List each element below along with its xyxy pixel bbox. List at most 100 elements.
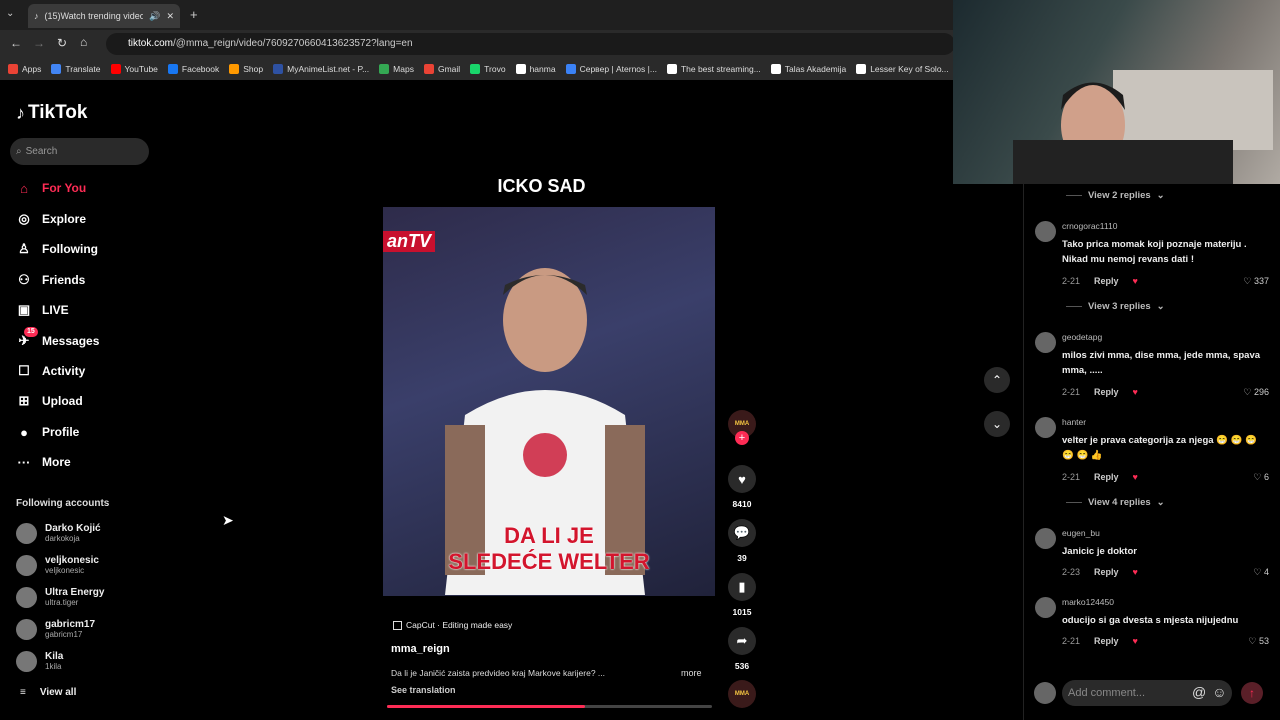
comment-like-button[interactable]: ♡ 53 bbox=[1248, 636, 1269, 647]
nav-label: LIVE bbox=[42, 303, 69, 317]
share-button[interactable]: ➦ 536 bbox=[727, 627, 757, 671]
nav-item-friends[interactable]: ⚇ Friends bbox=[16, 272, 85, 288]
author-avatar-button[interactable]: MMA + bbox=[727, 410, 757, 445]
comment-button[interactable]: 💬 39 bbox=[727, 519, 757, 563]
avatar[interactable] bbox=[1035, 417, 1056, 438]
bookmark-item[interactable]: Shop bbox=[229, 64, 263, 74]
speaker-icon[interactable]: 🔊 bbox=[149, 11, 160, 22]
view-replies-button[interactable]: View 3 replies ⌄ bbox=[1066, 301, 1165, 312]
follow-plus-icon[interactable]: + bbox=[735, 431, 749, 445]
comment-like-button[interactable]: ♡ 6 bbox=[1253, 472, 1269, 483]
video-caption: DA LI JE SLEDEĆE WELTER bbox=[383, 523, 715, 575]
emoji-icon[interactable]: ☺ bbox=[1212, 684, 1226, 700]
nav-item-live[interactable]: ▣ LIVE bbox=[16, 302, 69, 318]
tab-list-chevron-icon[interactable]: ⌄ bbox=[6, 8, 14, 19]
reload-icon[interactable]: ↻ bbox=[57, 36, 67, 50]
bookmark-item[interactable]: Translate bbox=[51, 64, 101, 74]
bookmark-label: Trovo bbox=[484, 64, 506, 74]
sound-disc-button[interactable]: MMA bbox=[727, 680, 757, 708]
comment-like-count: 53 bbox=[1258, 636, 1269, 646]
view-replies-button[interactable]: View 4 replies ⌄ bbox=[1066, 497, 1165, 508]
nav-item-for-you[interactable]: ⌂ For You bbox=[16, 180, 86, 196]
upload-icon: ⊞ bbox=[18, 393, 30, 408]
bookmark-favicon-icon bbox=[379, 64, 390, 74]
caption-line-2: SLEDEĆE WELTER bbox=[448, 549, 650, 574]
reply-button[interactable]: Reply bbox=[1094, 636, 1119, 646]
search-input[interactable]: ⌕ Search bbox=[10, 138, 149, 165]
following-account[interactable]: veljkonesic veljkonesic bbox=[16, 555, 99, 576]
comment-username[interactable]: eugen_bu bbox=[1062, 528, 1100, 538]
new-tab-icon[interactable]: + bbox=[190, 7, 198, 22]
forward-icon[interactable]: → bbox=[33, 36, 45, 50]
reply-button[interactable]: Reply bbox=[1094, 387, 1119, 397]
bookmark-favicon-icon bbox=[8, 64, 18, 74]
comment-count: 39 bbox=[737, 553, 747, 563]
like-button[interactable]: ♥ 8410 bbox=[727, 465, 757, 509]
view-all-button[interactable]: ≡ View all bbox=[20, 687, 76, 698]
bookmark-item[interactable]: Maps bbox=[379, 64, 414, 74]
heart-outline-icon: ♡ bbox=[1243, 276, 1252, 286]
bookmark-icon: ▮ bbox=[728, 573, 756, 601]
avatar[interactable] bbox=[1035, 528, 1056, 549]
nav-item-upload[interactable]: ⊞ Upload bbox=[16, 393, 83, 409]
following-account[interactable]: gabricm17 gabricm17 bbox=[16, 619, 95, 640]
reply-button[interactable]: Reply bbox=[1094, 276, 1119, 286]
mention-icon[interactable]: @ bbox=[1192, 684, 1206, 700]
nav-item-profile[interactable]: ● Profile bbox=[16, 424, 79, 440]
following-account[interactable]: Darko Kojić darkokoja bbox=[16, 523, 101, 544]
reply-button[interactable]: Reply bbox=[1094, 567, 1119, 577]
nav-item-messages[interactable]: ✈ 15 Messages bbox=[16, 327, 99, 349]
browser-tab[interactable]: ♪ (15)Watch trending videos 🔊 ✕ bbox=[28, 4, 180, 28]
video-author[interactable]: mma_reign bbox=[391, 643, 450, 655]
video-progress-bar[interactable] bbox=[387, 705, 712, 708]
bookmark-item[interactable]: Apps bbox=[8, 64, 41, 74]
avatar[interactable] bbox=[1035, 332, 1056, 353]
comment-like-button[interactable]: ♡ 337 bbox=[1243, 276, 1269, 287]
previous-video-button[interactable]: ⌃ bbox=[984, 367, 1010, 393]
nav-item-activity[interactable]: ☐ Activity bbox=[16, 363, 85, 379]
avatar bbox=[16, 555, 37, 576]
comment-username[interactable]: geodetapg bbox=[1062, 332, 1102, 342]
avatar[interactable] bbox=[1035, 221, 1056, 242]
tiktok-logo[interactable]: ♪ TikTok bbox=[16, 102, 87, 124]
bookmark-item[interactable]: Talas Akademija bbox=[770, 64, 846, 74]
bookmark-item[interactable]: YouTube bbox=[110, 64, 158, 74]
url-field[interactable]: tiktok.com/@mma_reign/video/760927066041… bbox=[106, 33, 955, 55]
reply-button[interactable]: Reply bbox=[1094, 472, 1119, 482]
channel-brand: anTV bbox=[383, 231, 436, 252]
capcut-tag[interactable]: CapCut · Editing made easy bbox=[393, 618, 512, 632]
close-tab-icon[interactable]: ✕ bbox=[166, 11, 174, 22]
save-button[interactable]: ▮ 1015 bbox=[727, 573, 757, 617]
video-player[interactable]: anTV DA LI JE SLEDEĆE WELTER bbox=[383, 207, 715, 596]
bookmark-item[interactable]: Gmail bbox=[423, 64, 460, 74]
comment-username[interactable]: marko124450 bbox=[1062, 597, 1114, 607]
comment-like-button[interactable]: ♡ 296 bbox=[1243, 387, 1269, 398]
account-name: Ultra Energy bbox=[45, 587, 105, 598]
next-video-button[interactable]: ⌄ bbox=[984, 411, 1010, 437]
comment-username[interactable]: hanter bbox=[1062, 417, 1086, 427]
back-icon[interactable]: ← bbox=[10, 36, 22, 50]
bookmark-item[interactable]: hanma bbox=[515, 64, 556, 74]
comment-like-button[interactable]: ♡ 4 bbox=[1253, 567, 1269, 578]
view-replies-label: View 4 replies bbox=[1088, 497, 1151, 508]
comment-username[interactable]: crnogorac1110 bbox=[1062, 221, 1117, 231]
nav-item-more[interactable]: ··· More bbox=[16, 454, 71, 470]
avatar[interactable] bbox=[1035, 597, 1056, 618]
nav-item-following[interactable]: ♙ Following bbox=[16, 241, 98, 257]
bookmark-item[interactable]: MyAnimeList.net - P... bbox=[273, 64, 369, 74]
following-account[interactable]: Ultra Energy ultra.tiger bbox=[16, 587, 104, 608]
bookmark-item[interactable]: Trovo bbox=[470, 64, 506, 74]
nav-item-explore[interactable]: ◎ Explore bbox=[16, 211, 86, 227]
following-account[interactable]: Kila 1kila bbox=[16, 651, 63, 672]
bookmark-item[interactable]: Сервер | Aternos |... bbox=[565, 64, 657, 74]
more-link[interactable]: more bbox=[681, 668, 702, 678]
bookmark-favicon-icon bbox=[666, 64, 677, 74]
send-comment-icon[interactable]: ↑ bbox=[1241, 682, 1263, 704]
home-browser-icon[interactable]: ⌂ bbox=[80, 35, 87, 49]
bookmark-item[interactable]: The best streaming... bbox=[666, 64, 761, 74]
bookmark-item[interactable]: Facebook bbox=[167, 64, 219, 74]
bookmark-item[interactable]: Lesser Key of Solo... bbox=[856, 64, 949, 74]
creator-liked-icon: ♥ bbox=[1132, 472, 1138, 482]
see-translation-link[interactable]: See translation bbox=[391, 685, 456, 695]
view-replies-button[interactable]: View 2 replies ⌄ bbox=[1066, 190, 1165, 201]
